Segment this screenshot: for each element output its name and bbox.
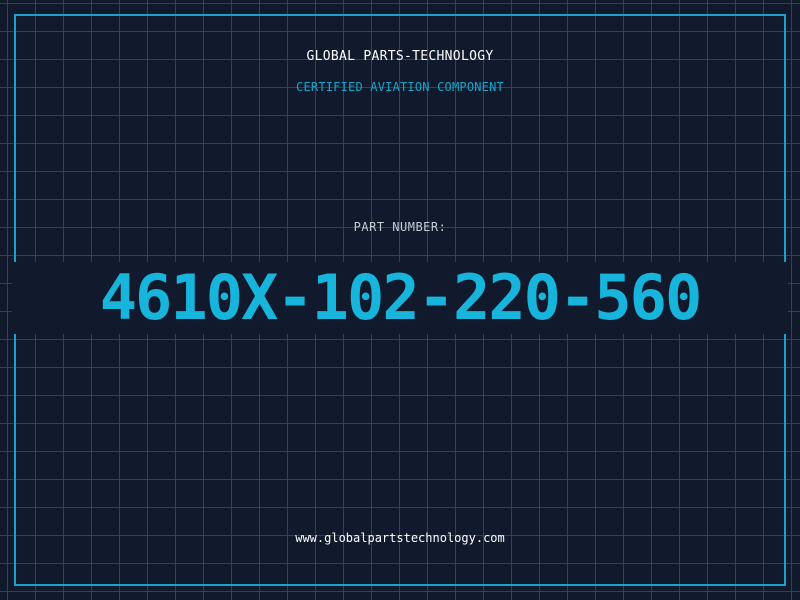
part-number-value: 4610X-102-220-560 <box>99 261 703 334</box>
website-url: www.globalpartstechnology.com <box>295 531 505 545</box>
part-number-label: PART NUMBER: <box>353 220 447 234</box>
part-card: GLOBAL PARTS-TECHNOLOGY CERTIFIED AVIATI… <box>0 0 800 600</box>
certification-tagline: CERTIFIED AVIATION COMPONENT <box>296 80 504 94</box>
company-name: GLOBAL PARTS-TECHNOLOGY <box>306 49 494 64</box>
